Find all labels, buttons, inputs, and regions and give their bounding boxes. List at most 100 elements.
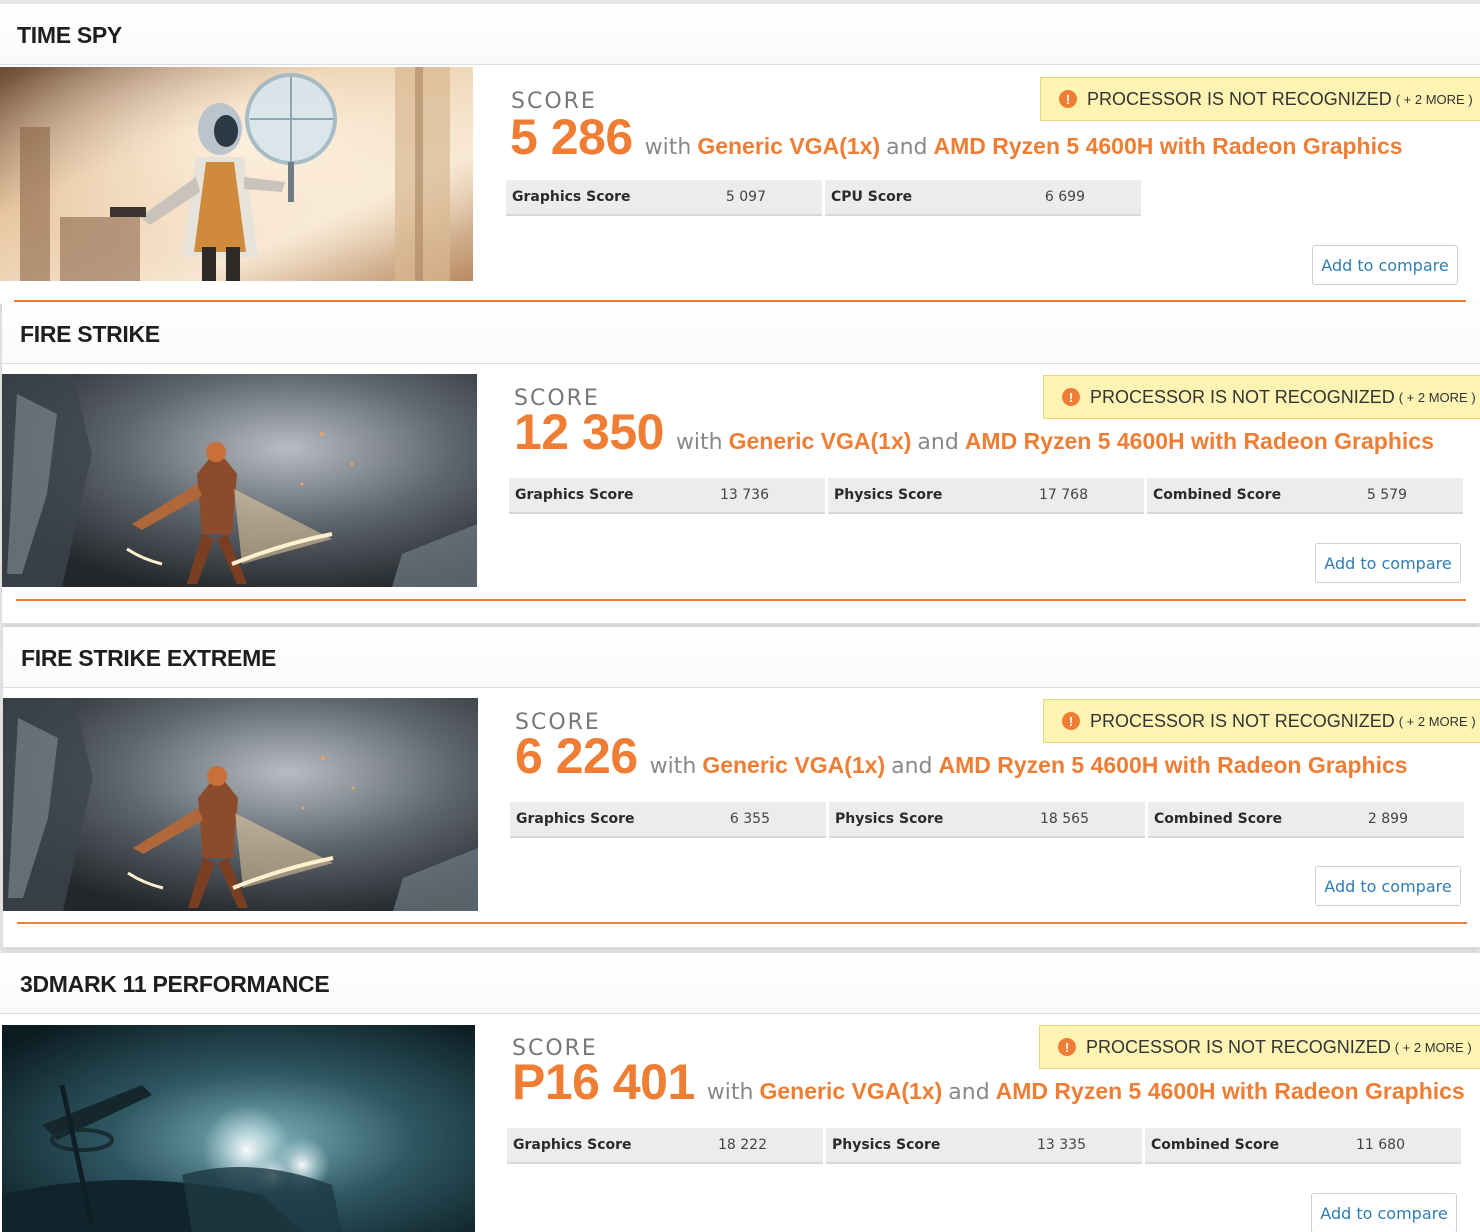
- card-header: 3DMARK 11 PERFORMANCE: [0, 953, 1480, 1014]
- subscore-value: 18 222: [718, 1137, 767, 1153]
- card-divider: [16, 599, 1466, 601]
- subscore-label: Graphics Score: [516, 811, 635, 827]
- subscore-label: Graphics Score: [512, 189, 631, 205]
- warning-icon: !: [1062, 712, 1080, 730]
- with-text: with: [706, 1080, 754, 1105]
- warning-text: PROCESSOR IS NOT RECOGNIZED: [1086, 1036, 1391, 1057]
- and-text: and: [917, 430, 959, 455]
- benchmark-title: 3DMARK 11 PERFORMANCE: [20, 971, 330, 997]
- add-to-compare-button[interactable]: Add to compare: [1315, 543, 1461, 583]
- benchmark-card-time-spy: TIME SPY SCORE 5 286 with Generic VGA(1x…: [0, 4, 1480, 305]
- processor-warning[interactable]: ! PROCESSOR IS NOT RECOGNIZED ( + 2 MORE…: [1040, 77, 1480, 121]
- warning-more-link[interactable]: ( + 2 MORE ): [1399, 714, 1476, 729]
- subscore-value: 5 097: [725, 189, 766, 205]
- benchmark-title: FIRE STRIKE EXTREME: [21, 645, 276, 671]
- subscore-combined: Combined Score 11 680: [1145, 1128, 1461, 1164]
- add-to-compare-button[interactable]: Add to compare: [1312, 245, 1458, 285]
- subscore-cpu: CPU Score 6 699: [825, 180, 1141, 216]
- warning-text: PROCESSOR IS NOT RECOGNIZED: [1090, 386, 1395, 407]
- cpu-link[interactable]: AMD Ryzen 5 4600H with Radeon Graphics: [939, 752, 1408, 779]
- warning-more-link[interactable]: ( + 2 MORE ): [1395, 1040, 1472, 1055]
- add-to-compare-button[interactable]: Add to compare: [1311, 1193, 1457, 1232]
- subscore-value: 2 899: [1367, 811, 1408, 827]
- subscore-physics: Physics Score 18 565: [829, 802, 1145, 838]
- subscore-label: Graphics Score: [515, 487, 634, 503]
- warning-icon: !: [1059, 90, 1077, 108]
- warning-more-link[interactable]: ( + 2 MORE ): [1396, 92, 1473, 107]
- subscore-label: Physics Score: [835, 811, 944, 827]
- subscore-label: Combined Score: [1151, 1137, 1280, 1153]
- subscore-value: 6 699: [1044, 189, 1085, 205]
- benchmark-title: FIRE STRIKE: [20, 321, 160, 347]
- subscore-label: Physics Score: [834, 487, 943, 503]
- 3dmark-11-scene-image: [2, 1025, 475, 1232]
- subscore-label: Physics Score: [832, 1137, 941, 1153]
- benchmark-card-3dmark-11-performance: 3DMARK 11 PERFORMANCE SCORE P16 401 with…: [0, 953, 1480, 1232]
- with-text: with: [649, 754, 697, 779]
- benchmark-thumbnail: [0, 67, 473, 281]
- subscore-label: Combined Score: [1153, 487, 1282, 503]
- subscore-graphics: Graphics Score 6 355: [510, 802, 826, 838]
- overall-score: 5 286: [510, 109, 633, 165]
- overall-score: P16 401: [512, 1054, 695, 1110]
- cpu-link[interactable]: AMD Ryzen 5 4600H with Radeon Graphics: [996, 1078, 1465, 1105]
- warning-icon: !: [1062, 388, 1080, 406]
- processor-warning[interactable]: ! PROCESSOR IS NOT RECOGNIZED ( + 2 MORE…: [1043, 375, 1480, 419]
- benchmark-title: TIME SPY: [17, 22, 122, 48]
- subscore-row: Graphics Score 6 355 Physics Score 18 56…: [510, 802, 1467, 838]
- gpu-link[interactable]: Generic VGA(1x): [759, 1078, 942, 1105]
- fire-strike-scene-image: [2, 374, 477, 587]
- with-text: with: [675, 430, 723, 455]
- processor-warning[interactable]: ! PROCESSOR IS NOT RECOGNIZED ( + 2 MORE…: [1043, 699, 1480, 743]
- subscore-row: Graphics Score 13 736 Physics Score 17 7…: [509, 478, 1466, 514]
- subscore-value: 17 768: [1039, 487, 1088, 503]
- card-header: TIME SPY: [0, 4, 1480, 65]
- subscore-value: 5 579: [1366, 487, 1407, 503]
- subscore-physics: Physics Score 13 335: [826, 1128, 1142, 1164]
- gpu-link[interactable]: Generic VGA(1x): [697, 133, 880, 160]
- subscore-row: Graphics Score 5 097 CPU Score 6 699: [506, 180, 1144, 216]
- and-text: and: [886, 135, 928, 160]
- card-divider: [17, 922, 1467, 924]
- subscore-label: CPU Score: [831, 189, 913, 205]
- warning-text: PROCESSOR IS NOT RECOGNIZED: [1090, 710, 1395, 731]
- with-text: with: [644, 135, 692, 160]
- benchmark-card-fire-strike-extreme: FIRE STRIKE EXTREME SCORE 6 226 with Gen…: [3, 627, 1480, 948]
- subscore-combined: Combined Score 5 579: [1147, 478, 1463, 514]
- and-text: and: [948, 1080, 990, 1105]
- benchmark-card-fire-strike: FIRE STRIKE SCORE 12 350 with Generic VG…: [2, 303, 1480, 624]
- warning-more-link[interactable]: ( + 2 MORE ): [1399, 390, 1476, 405]
- cpu-link[interactable]: AMD Ryzen 5 4600H with Radeon Graphics: [965, 428, 1434, 455]
- processor-warning[interactable]: ! PROCESSOR IS NOT RECOGNIZED ( + 2 MORE…: [1039, 1025, 1480, 1069]
- subscore-label: Combined Score: [1154, 811, 1283, 827]
- time-spy-scene-image: [0, 67, 473, 281]
- gpu-link[interactable]: Generic VGA(1x): [729, 428, 912, 455]
- warning-icon: !: [1058, 1038, 1076, 1056]
- subscore-value: 18 565: [1040, 811, 1089, 827]
- subscore-value: 6 355: [729, 811, 770, 827]
- subscore-value: 13 335: [1037, 1137, 1086, 1153]
- card-header: FIRE STRIKE: [2, 303, 1480, 364]
- fire-strike-extreme-scene-image: [3, 698, 478, 911]
- results-page: TIME SPY SCORE 5 286 with Generic VGA(1x…: [0, 0, 1480, 1232]
- subscore-value: 13 736: [720, 487, 769, 503]
- subscore-combined: Combined Score 2 899: [1148, 802, 1464, 838]
- add-to-compare-button[interactable]: Add to compare: [1315, 866, 1461, 906]
- subscore-physics: Physics Score 17 768: [828, 478, 1144, 514]
- overall-score: 12 350: [514, 404, 664, 460]
- benchmark-thumbnail: [3, 698, 478, 911]
- card-header: FIRE STRIKE EXTREME: [3, 627, 1480, 688]
- subscore-row: Graphics Score 18 222 Physics Score 13 3…: [507, 1128, 1464, 1164]
- benchmark-thumbnail: [2, 1025, 475, 1232]
- overall-score: 6 226: [515, 728, 638, 784]
- subscore-graphics: Graphics Score 5 097: [506, 180, 822, 216]
- gpu-link[interactable]: Generic VGA(1x): [702, 752, 885, 779]
- subscore-label: Graphics Score: [513, 1137, 632, 1153]
- subscore-value: 11 680: [1356, 1137, 1405, 1153]
- subscore-graphics: Graphics Score 13 736: [509, 478, 825, 514]
- cpu-link[interactable]: AMD Ryzen 5 4600H with Radeon Graphics: [934, 133, 1403, 160]
- benchmark-thumbnail: [2, 374, 477, 587]
- warning-text: PROCESSOR IS NOT RECOGNIZED: [1087, 88, 1392, 109]
- subscore-graphics: Graphics Score 18 222: [507, 1128, 823, 1164]
- and-text: and: [891, 754, 933, 779]
